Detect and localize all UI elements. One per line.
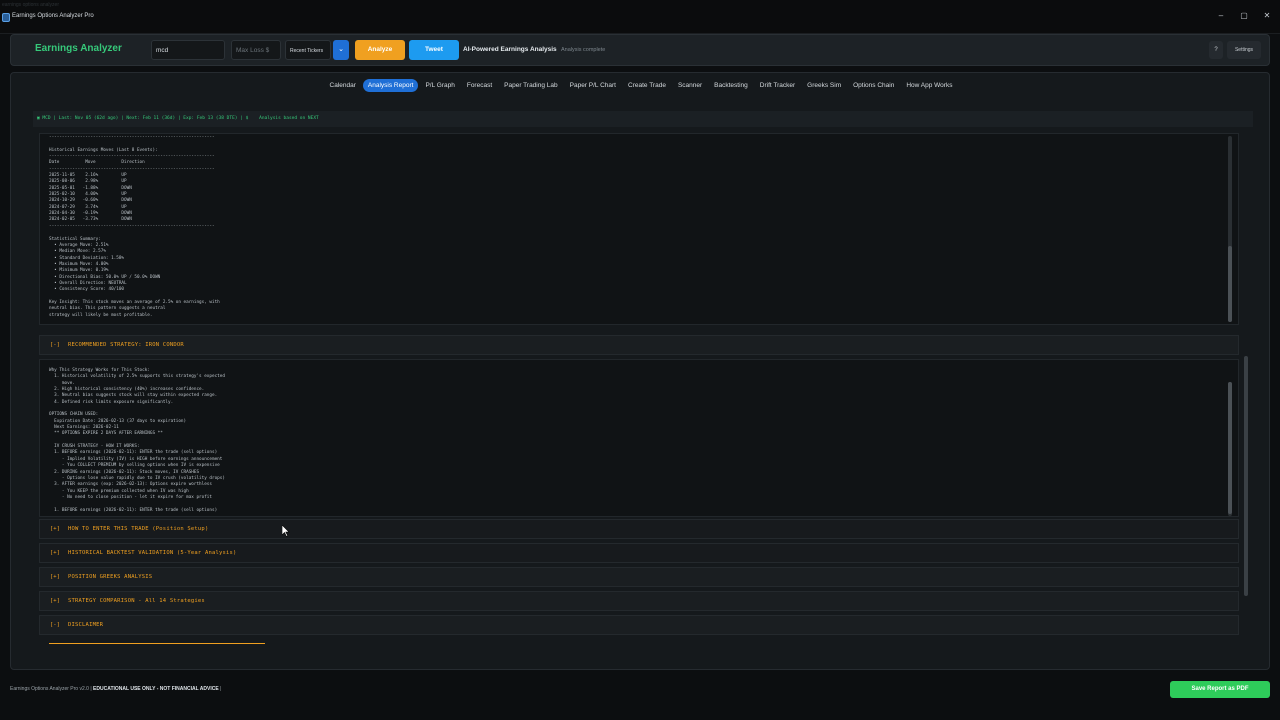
app-icon: [2, 13, 10, 22]
report-scrollbar[interactable]: [1244, 356, 1248, 596]
tab-scanner[interactable]: Scanner: [673, 79, 707, 92]
footer-separator: |: [90, 686, 92, 692]
tab-options-chain[interactable]: Options Chain: [848, 79, 899, 92]
tab-calendar[interactable]: Calendar: [325, 79, 361, 92]
footer: Earnings Options Analyzer Pro v2.0 | EDU…: [10, 686, 221, 692]
settings-button[interactable]: Settings: [1227, 41, 1261, 59]
tweet-button[interactable]: Tweet: [409, 40, 459, 60]
strategy-details-panel: Why This Strategy Works for This Stock: …: [39, 359, 1239, 517]
disclaimer-border: [49, 643, 265, 646]
ai-analysis-title: AI-Powered Earnings Analysis: [463, 46, 557, 53]
tab-drift-tracker[interactable]: Drift Tracker: [755, 79, 800, 92]
max-loss-input[interactable]: Max Loss $: [231, 40, 281, 60]
strategy-details-text: Why This Strategy Works for This Stock: …: [49, 368, 225, 513]
tab-create-trade[interactable]: Create Trade: [623, 79, 671, 92]
tab-pl-graph[interactable]: P/L Graph: [420, 79, 459, 92]
titlebar-ghost-text: earnings options analyzer: [2, 2, 59, 8]
footer-notice: EDUCATIONAL USE ONLY - NOT FINANCIAL ADV…: [93, 686, 219, 692]
brand-title: Earnings Analyzer: [35, 43, 122, 54]
tab-greeks-sim[interactable]: Greeks Sim: [802, 79, 846, 92]
collapse-toggle[interactable]: [-]: [50, 622, 60, 628]
strategy-scroll-thumb[interactable]: [1228, 382, 1232, 514]
footer-separator: |: [220, 686, 222, 692]
expand-toggle[interactable]: [+]: [50, 574, 60, 580]
save-pdf-button[interactable]: Save Report as PDF: [1170, 681, 1270, 698]
window-titlebar: earnings options analyzer Earnings Optio…: [0, 0, 1280, 34]
section-strategy-comparison[interactable]: [+] STRATEGY COMPARISON - All 14 Strateg…: [39, 591, 1239, 611]
tab-forecast[interactable]: Forecast: [462, 79, 497, 92]
expand-toggle[interactable]: [+]: [50, 598, 60, 604]
historical-moves-text: ----------------------------------------…: [49, 135, 220, 318]
tab-paper-pl-chart[interactable]: Paper P/L Chart: [565, 79, 621, 92]
section-disclaimer[interactable]: [-] DISCLAIMER: [39, 615, 1239, 635]
expand-toggle[interactable]: [+]: [50, 526, 60, 532]
section-title: POSITION GREEKS ANALYSIS: [68, 574, 153, 580]
main-panel: Calendar Analysis Report P/L Graph Forec…: [10, 72, 1270, 670]
footer-version: Earnings Options Analyzer Pro v2.0: [10, 686, 89, 692]
tab-how-app-works[interactable]: How App Works: [901, 79, 957, 92]
section-title: HOW TO ENTER THIS TRADE (Position Setup): [68, 526, 209, 532]
ticker-input[interactable]: mcd: [151, 40, 225, 60]
collapse-toggle[interactable]: [-]: [50, 342, 60, 348]
chevron-down-icon[interactable]: ⌄: [333, 40, 349, 60]
help-button[interactable]: ?: [1209, 41, 1223, 59]
recent-tickers-select[interactable]: Recent Tickers: [285, 40, 331, 60]
recommended-strategy-header[interactable]: [-] RECOMMENDED STRATEGY: IRON CONDOR: [39, 335, 1239, 355]
section-greeks-analysis[interactable]: [+] POSITION GREEKS ANALYSIS: [39, 567, 1239, 587]
section-title: DISCLAIMER: [68, 622, 104, 628]
toolbar: Earnings Analyzer mcd Max Loss $ Recent …: [10, 34, 1270, 66]
section-backtest-validation[interactable]: [+] HISTORICAL BACKTEST VALIDATION (5-Ye…: [39, 543, 1239, 563]
history-scroll-thumb[interactable]: [1228, 246, 1232, 322]
tab-paper-trading-lab[interactable]: Paper Trading Lab: [499, 79, 562, 92]
analyze-button[interactable]: Analyze: [355, 40, 405, 60]
section-position-setup[interactable]: [+] HOW TO ENTER THIS TRADE (Position Se…: [39, 519, 1239, 539]
historical-moves-panel: ----------------------------------------…: [39, 133, 1239, 325]
section-title: HISTORICAL BACKTEST VALIDATION (5-Year A…: [68, 550, 237, 556]
maximize-icon[interactable]: ▢: [1237, 11, 1251, 20]
minimize-icon[interactable]: –: [1214, 11, 1228, 20]
expand-toggle[interactable]: [+]: [50, 550, 60, 556]
tab-analysis-report[interactable]: Analysis Report: [362, 79, 419, 92]
tab-backtesting[interactable]: Backtesting: [709, 79, 753, 92]
section-title: RECOMMENDED STRATEGY: IRON CONDOR: [68, 342, 184, 348]
section-title: STRATEGY COMPARISON - All 14 Strategies: [68, 598, 205, 604]
window-title: Earnings Options Analyzer Pro: [12, 13, 94, 19]
tab-bar: Calendar Analysis Report P/L Graph Forec…: [11, 79, 1271, 93]
ai-status-text: Analysis complete: [561, 47, 606, 53]
ticker-info-bar: ▣ MCD | Last: Nov 05 (62d ago) | Next: F…: [33, 111, 1253, 127]
close-icon[interactable]: ✕: [1260, 11, 1274, 20]
